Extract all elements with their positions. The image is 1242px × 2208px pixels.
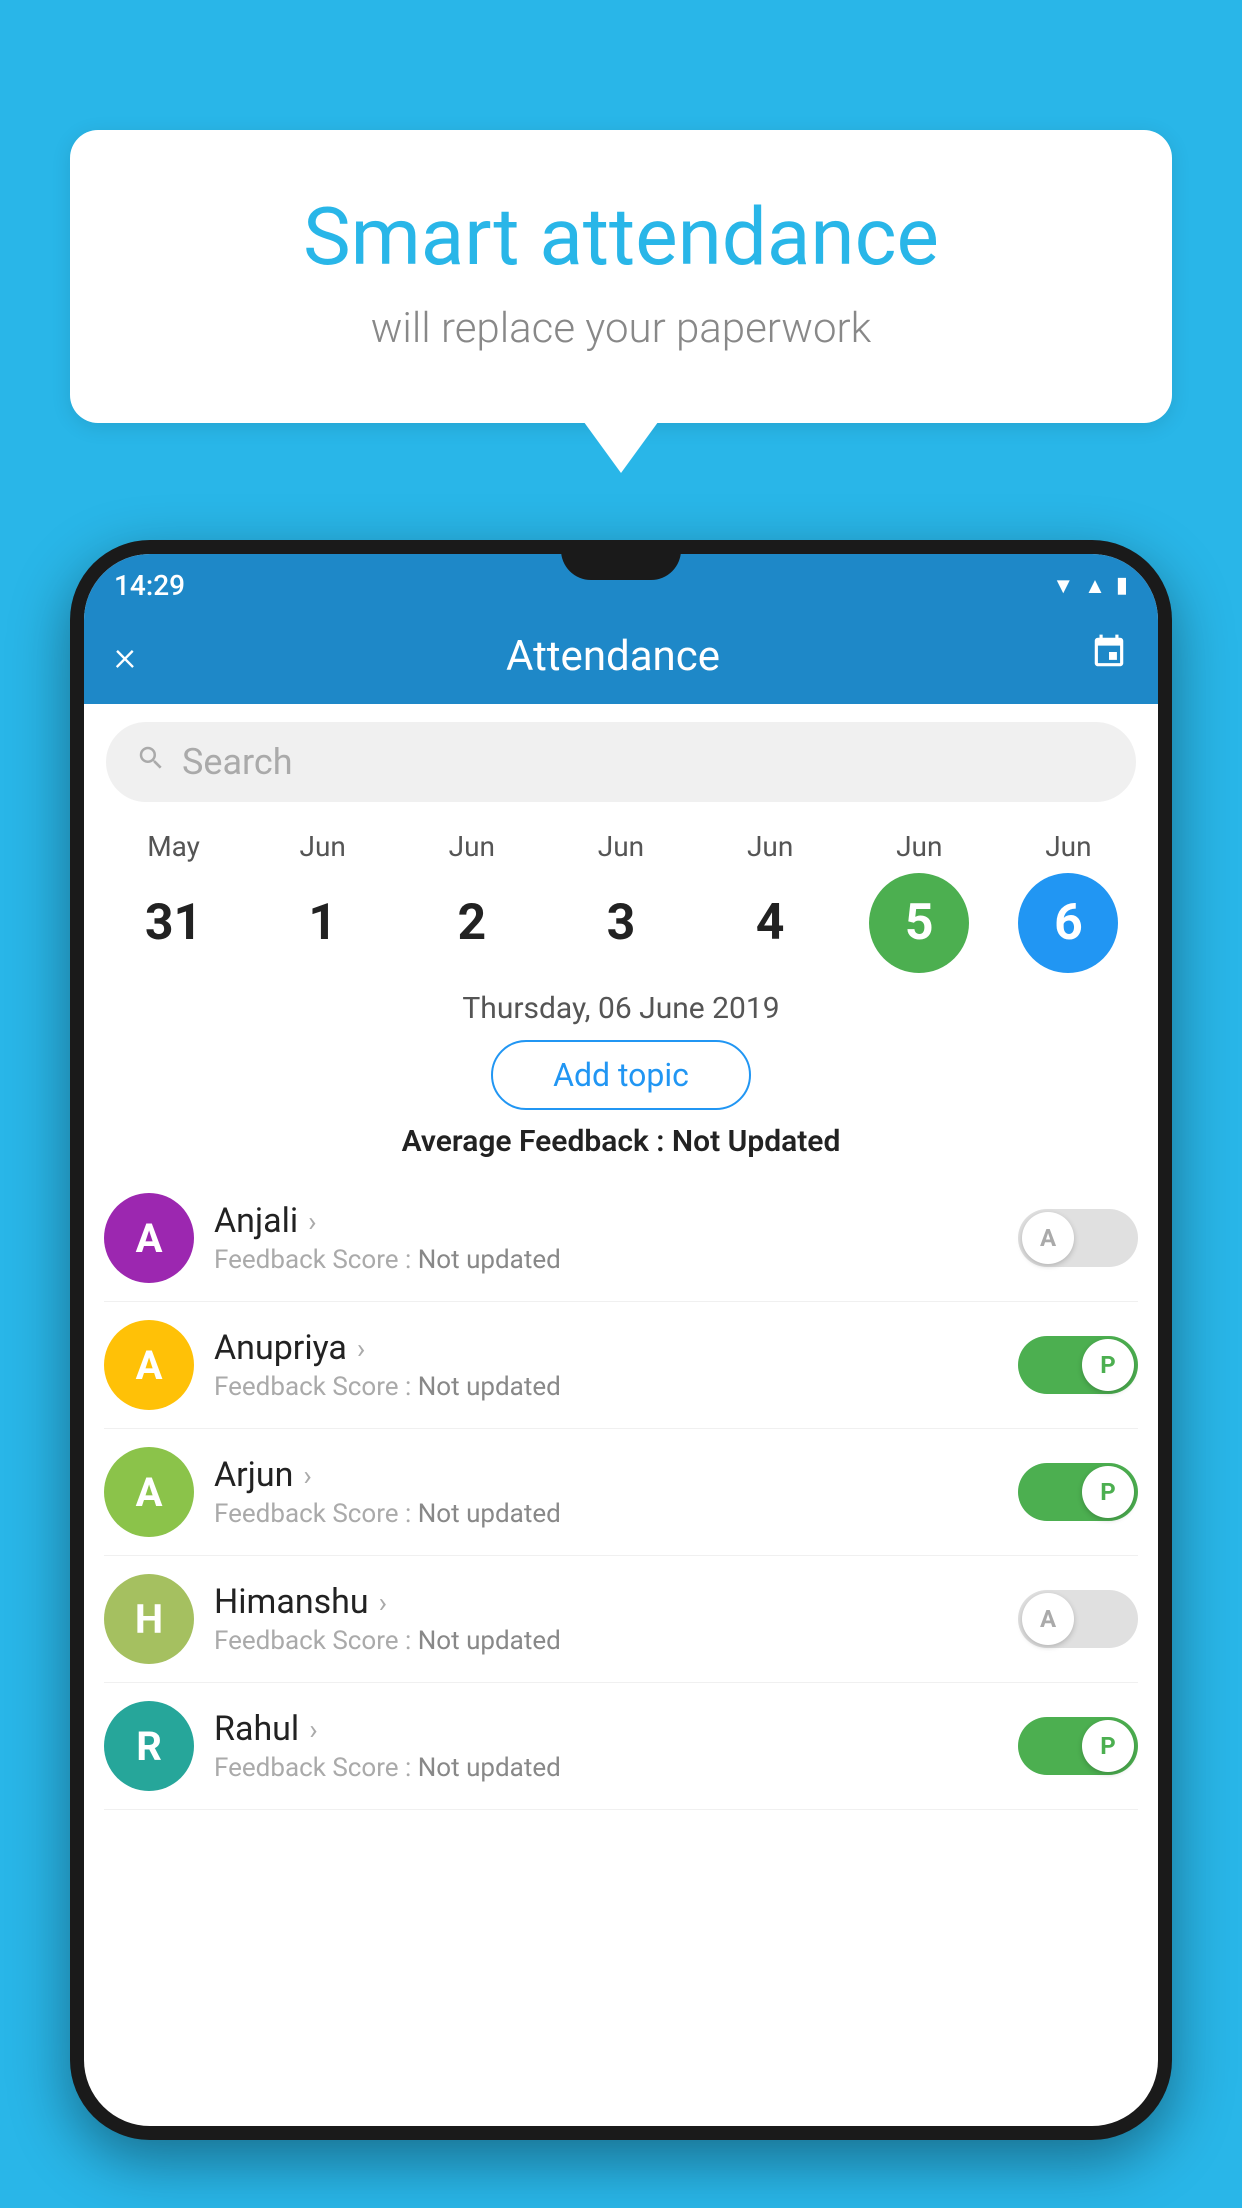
feedback-score: Feedback Score : Not updated — [214, 1753, 998, 1783]
feedback-score: Feedback Score : Not updated — [214, 1372, 998, 1402]
chevron-icon: › — [357, 1332, 365, 1365]
calendar-day-0[interactable]: May 31 — [114, 830, 234, 973]
add-topic-label: Add topic — [553, 1056, 689, 1094]
chevron-icon: › — [309, 1713, 317, 1746]
avatar: R — [104, 1701, 194, 1791]
calendar-day-1[interactable]: Jun 1 — [263, 830, 383, 973]
wifi-icon: ▼ — [1052, 573, 1074, 599]
calendar-day-6[interactable]: Jun 6 — [1008, 830, 1128, 973]
avg-feedback-value: Not Updated — [672, 1124, 840, 1159]
signal-icon: ▲ — [1084, 573, 1106, 599]
phone-screen: 14:29 ▼ ▲ ▮ × Attendance — [84, 554, 1158, 2126]
student-row-3: H Himanshu › Feedback Score : Not updated A — [104, 1556, 1138, 1683]
chevron-icon: › — [379, 1586, 387, 1619]
toggle-knob: P — [1082, 1466, 1134, 1518]
chevron-icon: › — [308, 1205, 316, 1238]
student-row-4: R Rahul › Feedback Score : Not updated P — [104, 1683, 1138, 1810]
phone-notch — [561, 540, 681, 580]
cal-date: 3 — [571, 873, 671, 973]
student-info: Anupriya › Feedback Score : Not updated — [214, 1328, 998, 1402]
avatar: A — [104, 1320, 194, 1410]
student-row-0: A Anjali › Feedback Score : Not updated A — [104, 1175, 1138, 1302]
cal-date: 6 — [1018, 873, 1118, 973]
search-icon — [136, 742, 166, 782]
status-time: 14:29 — [114, 569, 185, 602]
status-icons: ▼ ▲ ▮ — [1052, 573, 1128, 599]
page-title: Attendance — [506, 632, 720, 681]
speech-bubble-title: Smart attendance — [150, 190, 1092, 284]
student-row-1: A Anupriya › Feedback Score : Not updated P — [104, 1302, 1138, 1429]
attendance-toggle[interactable]: A — [1018, 1209, 1138, 1267]
cal-date: 4 — [720, 873, 820, 973]
search-placeholder: Search — [182, 741, 293, 783]
avatar: A — [104, 1193, 194, 1283]
feedback-score: Feedback Score : Not updated — [214, 1626, 998, 1656]
phone-container: 14:29 ▼ ▲ ▮ × Attendance — [70, 540, 1172, 2208]
cal-month: May — [147, 830, 200, 863]
feedback-score: Feedback Score : Not updated — [214, 1499, 998, 1529]
speech-bubble-subtitle: will replace your paperwork — [150, 304, 1092, 353]
calendar-day-4[interactable]: Jun 4 — [710, 830, 830, 973]
speech-bubble-container: Smart attendance will replace your paper… — [70, 130, 1172, 423]
add-topic-button[interactable]: Add topic — [491, 1040, 751, 1110]
student-list: AAnjali ›Feedback Score : Not updatedAAA… — [84, 1175, 1158, 1810]
calendar-day-3[interactable]: Jun 3 — [561, 830, 681, 973]
chevron-icon: › — [303, 1459, 311, 1492]
cal-date: 2 — [422, 873, 522, 973]
student-name[interactable]: Anjali › — [214, 1201, 998, 1241]
speech-bubble: Smart attendance will replace your paper… — [70, 130, 1172, 423]
student-info: Arjun › Feedback Score : Not updated — [214, 1455, 998, 1529]
cal-month: Jun — [598, 830, 644, 863]
cal-date: 5 — [869, 873, 969, 973]
attendance-toggle[interactable]: P — [1018, 1717, 1138, 1775]
avg-feedback-label: Average Feedback : — [402, 1124, 672, 1159]
student-name[interactable]: Rahul › — [214, 1709, 998, 1749]
calendar-row: May 31 Jun 1 Jun 2 Jun 3 Jun 4 Jun 5 Jun 6 — [84, 820, 1158, 973]
student-info: Rahul › Feedback Score : Not updated — [214, 1709, 998, 1783]
avatar: A — [104, 1447, 194, 1537]
cal-date: 1 — [273, 873, 373, 973]
toggle-knob: A — [1022, 1593, 1074, 1645]
calendar-day-2[interactable]: Jun 2 — [412, 830, 532, 973]
cal-month: Jun — [1045, 830, 1091, 863]
attendance-toggle[interactable]: A — [1018, 1590, 1138, 1648]
student-info: Himanshu › Feedback Score : Not updated — [214, 1582, 998, 1656]
student-row-2: A Arjun › Feedback Score : Not updated P — [104, 1429, 1138, 1556]
calendar-icon[interactable] — [1090, 633, 1128, 680]
app-header: × Attendance — [84, 609, 1158, 704]
close-button[interactable]: × — [114, 632, 136, 681]
cal-month: Jun — [896, 830, 942, 863]
student-name[interactable]: Anupriya › — [214, 1328, 998, 1368]
battery-icon: ▮ — [1116, 573, 1128, 598]
toggle-knob: P — [1082, 1339, 1134, 1391]
calendar-day-5[interactable]: Jun 5 — [859, 830, 979, 973]
search-bar[interactable]: Search — [106, 722, 1136, 802]
average-feedback: Average Feedback : Not Updated — [84, 1124, 1158, 1159]
cal-month: Jun — [300, 830, 346, 863]
cal-month: Jun — [449, 830, 495, 863]
cal-month: Jun — [747, 830, 793, 863]
feedback-score: Feedback Score : Not updated — [214, 1245, 998, 1275]
student-info: Anjali › Feedback Score : Not updated — [214, 1201, 998, 1275]
toggle-knob: A — [1022, 1212, 1074, 1264]
attendance-toggle[interactable]: P — [1018, 1336, 1138, 1394]
student-name[interactable]: Himanshu › — [214, 1582, 998, 1622]
avatar: H — [104, 1574, 194, 1664]
attendance-toggle[interactable]: P — [1018, 1463, 1138, 1521]
selected-date-label: Thursday, 06 June 2019 — [84, 991, 1158, 1026]
phone-frame: 14:29 ▼ ▲ ▮ × Attendance — [70, 540, 1172, 2140]
student-name[interactable]: Arjun › — [214, 1455, 998, 1495]
cal-date: 31 — [124, 873, 224, 973]
toggle-knob: P — [1082, 1720, 1134, 1772]
